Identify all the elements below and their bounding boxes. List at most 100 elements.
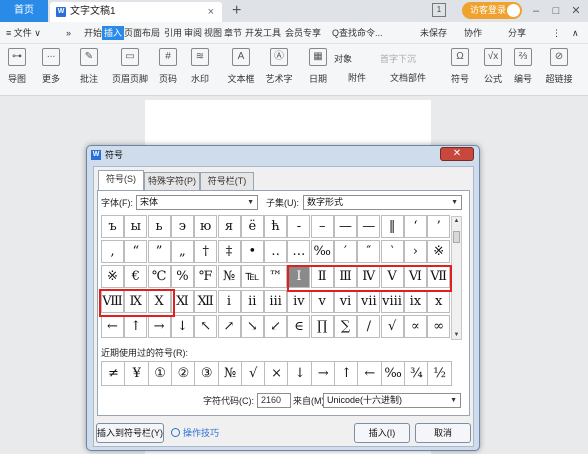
recent-symbol-cell[interactable]: × (264, 361, 290, 386)
symbol-cell[interactable]: ′ (334, 240, 357, 263)
recent-symbol-cell[interactable]: № (217, 361, 243, 386)
symbol-cell[interactable]: ↑ (124, 315, 148, 338)
symbol-cell[interactable]: ⅹ (427, 290, 451, 313)
more-button[interactable]: ∙∙∙ 更多 (38, 48, 64, 85)
tab-home[interactable]: 首页 (0, 0, 48, 22)
comment-button[interactable]: ✎ 批注 (76, 48, 102, 85)
unsaved-status[interactable]: 未保存 (420, 22, 447, 44)
scroll-down-icon[interactable]: ▼ (452, 332, 461, 338)
more-icon[interactable]: ⋮ (552, 22, 561, 44)
recent-symbol-cell[interactable]: ③ (194, 361, 220, 386)
symbol-cell[interactable]: ← (101, 315, 124, 338)
more-menu-chevron-icon[interactable]: » (66, 22, 71, 44)
window-count-badge[interactable]: 1 (432, 3, 446, 17)
doc-parts-button[interactable]: 文档部件 (390, 71, 426, 85)
symbol-cell[interactable]: ″ (357, 240, 381, 263)
tab-special-chars[interactable]: 特殊字符(P) (144, 172, 200, 190)
recent-symbol-cell[interactable]: ¥ (124, 361, 150, 386)
char-code-input[interactable]: 2160 (257, 393, 291, 408)
recent-symbol-cell[interactable]: ½ (427, 361, 453, 386)
page-number-button[interactable]: # 页码 (154, 48, 182, 85)
symbol-cell[interactable]: ∝ (403, 315, 427, 338)
symbol-cell[interactable]: ’ (427, 215, 451, 238)
symbol-cell[interactable]: → (147, 315, 171, 338)
recent-symbol-cell[interactable]: ② (170, 361, 196, 386)
recent-symbol-cell[interactable]: ↓ (287, 361, 313, 386)
symbol-grid-scrollbar[interactable]: ▲ ▼ (451, 216, 462, 340)
close-tab-icon[interactable]: × (208, 2, 214, 22)
symbol-cell[interactable]: „ (170, 240, 194, 263)
insert-button[interactable]: 插入(I) (354, 423, 410, 443)
symbol-cell[interactable]: ∏ (310, 315, 334, 338)
hyperlink-button[interactable]: ⊘ 超链接 (544, 48, 574, 85)
symbol-cell[interactable]: № (217, 265, 241, 288)
share-button[interactable]: 分享 (508, 22, 526, 44)
subset-select[interactable]: 数字形式 ▼ (303, 195, 462, 210)
symbol-button[interactable]: Ω 符号 (448, 48, 472, 85)
collapse-icon[interactable]: ∧ (572, 22, 579, 44)
symbol-cell[interactable]: ‚ (101, 240, 124, 263)
symbol-cell[interactable]: ℡ (240, 265, 264, 288)
menu-reference[interactable]: 引用 (164, 22, 182, 44)
symbol-cell[interactable]: ё (240, 215, 264, 238)
symbol-cell[interactable]: ⅱ (240, 290, 264, 313)
wordart-button[interactable]: Ⓐ 艺术字 (264, 48, 294, 85)
recent-symbol-cell[interactable]: ‰ (380, 361, 406, 386)
dialog-close-button[interactable]: ✕ (440, 147, 474, 161)
symbol-cell[interactable]: ∈ (287, 315, 311, 338)
menu-member[interactable]: 会员专享 (285, 22, 321, 44)
header-footer-button[interactable]: ▭ 页眉页脚 (110, 48, 150, 85)
symbol-cell[interactable]: “ (124, 240, 148, 263)
tips-link[interactable]: 操作技巧 (171, 426, 219, 440)
symbol-cell[interactable]: ‘ (403, 215, 427, 238)
symbol-cell[interactable]: % (170, 265, 194, 288)
symbol-cell[interactable]: ⅲ (264, 290, 288, 313)
numbering-button[interactable]: ⅔ 编号 (512, 48, 534, 85)
symbol-cell[interactable]: ћ (264, 215, 288, 238)
minimize-button[interactable]: – (526, 0, 546, 22)
symbol-cell[interactable]: ь (147, 215, 171, 238)
menu-review[interactable]: 审阅 (184, 22, 202, 44)
recent-symbol-cell[interactable]: → (310, 361, 336, 386)
symbol-cell[interactable]: € (124, 265, 148, 288)
object-button[interactable]: 对象 (334, 52, 352, 66)
symbol-cell[interactable]: ⅳ (287, 290, 311, 313)
scroll-up-icon[interactable]: ▲ (452, 218, 461, 224)
symbol-cell[interactable]: ⅵ (334, 290, 357, 313)
symbol-cell[interactable]: ‰ (310, 240, 334, 263)
recent-symbol-cell[interactable]: ← (357, 361, 383, 386)
symbol-cell[interactable]: ю (194, 215, 218, 238)
symbol-cell[interactable]: ∑ (334, 315, 357, 338)
mindmap-button[interactable]: ⊶ 导图 (4, 48, 30, 85)
menu-chapter[interactable]: 章节 (224, 22, 242, 44)
symbol-cell[interactable]: ⅶ (357, 290, 381, 313)
symbol-cell[interactable]: ↗ (217, 315, 241, 338)
watermark-button[interactable]: ≋ 水印 (186, 48, 214, 85)
symbol-cell[interactable]: ™ (264, 265, 288, 288)
symbol-cell[interactable]: ↙ (264, 315, 288, 338)
symbol-cell[interactable]: ↖ (194, 315, 218, 338)
recent-symbol-cell[interactable]: √ (240, 361, 266, 386)
font-select[interactable]: 宋体 ▼ (136, 195, 258, 210)
symbol-cell[interactable]: ъ (101, 215, 124, 238)
symbol-cell[interactable]: — (334, 215, 357, 238)
symbol-cell[interactable]: ‖ (380, 215, 404, 238)
symbol-cell[interactable]: † (194, 240, 218, 263)
login-button[interactable]: 访客登录 (462, 2, 522, 19)
symbol-cell[interactable]: ℉ (194, 265, 218, 288)
symbol-cell[interactable]: ↘ (240, 315, 264, 338)
tab-symbol-bar[interactable]: 符号栏(T) (200, 172, 254, 190)
symbol-cell[interactable]: - (287, 215, 311, 238)
formula-button[interactable]: √x 公式 (480, 48, 506, 85)
menu-view[interactable]: 视图 (204, 22, 222, 44)
insert-to-bar-button[interactable]: 插入到符号栏(Y) (96, 423, 164, 443)
collab-button[interactable]: 协作 (464, 22, 482, 44)
scroll-thumb[interactable] (453, 231, 460, 243)
file-menu[interactable]: ≡ 文件 ∨ (6, 22, 41, 44)
tab-document[interactable]: W 文字文稿1 × (50, 2, 222, 22)
recent-symbol-cell[interactable]: ↑ (334, 361, 359, 386)
from-select[interactable]: Unicode(十六进制) ▼ (323, 393, 461, 408)
symbol-cell[interactable]: Ⅻ (194, 290, 218, 313)
symbol-cell[interactable]: ы (124, 215, 148, 238)
menu-devtools[interactable]: 开发工具 (245, 22, 281, 44)
